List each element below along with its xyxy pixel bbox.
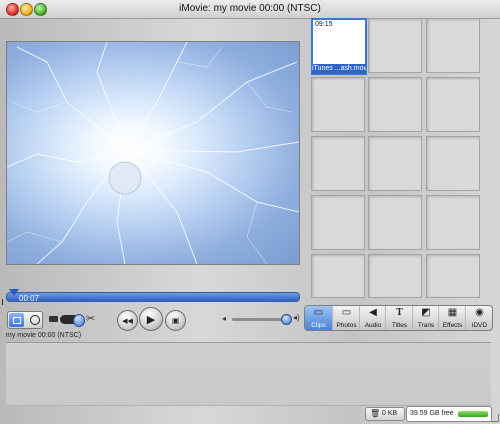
clip-slot[interactable] (368, 136, 422, 191)
trans-panel-button[interactable]: ◩ Trans (412, 306, 439, 330)
film-icon (13, 317, 21, 324)
clip-slot[interactable] (426, 254, 480, 298)
speaker-loud-icon: ◂) (293, 313, 300, 322)
effects-icon: ▦ (447, 307, 458, 318)
playhead-handle[interactable] (9, 289, 19, 296)
scissors-icon: ✂ (86, 313, 96, 325)
rewind-icon: ◀◀ (122, 317, 133, 325)
trash-size: 0 KB (382, 410, 398, 417)
photos-icon: ▭ (341, 307, 352, 318)
play-button[interactable]: ▶ (139, 307, 163, 331)
clip-slot[interactable] (368, 18, 422, 73)
idvd-button-label: iDVD (471, 322, 488, 329)
idvd-icon: ◉ (475, 307, 484, 318)
trash-icon: 🗑 (370, 409, 381, 418)
camera-icon (49, 316, 58, 322)
timeline-project-label: my movie 00:00 (NTSC) (6, 332, 82, 339)
clip-slot[interactable] (311, 77, 365, 132)
titles-icon: T (396, 307, 403, 318)
audio-panel-button[interactable]: ◀ Audio (359, 306, 386, 330)
disk-space-indicator: 39.59 GB free (406, 406, 492, 422)
clip-viewer-timeline[interactable] (6, 342, 491, 406)
trash-button[interactable]: 🗑 0 KB (365, 407, 405, 421)
clip-slot[interactable] (426, 18, 480, 73)
volume-knob[interactable] (281, 314, 292, 325)
playhead-time: 00:07 (19, 294, 40, 303)
disk-free-bar (458, 411, 488, 417)
crop-marker-icon[interactable] (2, 299, 8, 305)
clip-name: iTunes ...ash.mov (312, 64, 366, 74)
scrubber-bar[interactable] (6, 292, 300, 302)
disk-free-text: 39.59 GB free (410, 410, 454, 417)
imovie-window: iMovie: my movie 00:00 (NTSC) 00:07 09:1… (0, 0, 500, 424)
audio-icon: ◀ (369, 307, 377, 318)
fullscreen-play-icon: ▣ (171, 316, 180, 325)
lightning-video-frame (7, 42, 299, 264)
photos-button-label: Photos (336, 322, 357, 329)
clip-slot[interactable] (426, 77, 480, 132)
photos-panel-button[interactable]: ▭ Photos (332, 306, 360, 330)
titles-button-label: Titles (391, 322, 408, 329)
effects-button-label: Effects (442, 322, 463, 329)
clip-thumbnail[interactable]: 09:15 iTunes ...ash.mov (311, 18, 367, 75)
clip-slot[interactable] (368, 254, 422, 298)
monitor-viewer[interactable] (6, 41, 300, 265)
clip-slot[interactable] (311, 136, 365, 191)
clip-duration: 09:15 (315, 21, 333, 28)
clips-icon: ▭ (313, 307, 324, 318)
panel-buttons: ▭ Clips ▭ Photos ◀ Audio T Titles ◩ Tran… (304, 305, 493, 331)
clip-slot[interactable] (368, 195, 422, 250)
audio-button-label: Audio (364, 322, 382, 329)
clip-slot[interactable] (368, 77, 422, 132)
play-icon: ▶ (146, 313, 156, 326)
clock-icon[interactable] (30, 315, 40, 325)
resize-grip-icon[interactable] (491, 414, 499, 422)
window-title: iMovie: my movie 00:00 (NTSC) (179, 3, 321, 14)
clip-slot[interactable] (426, 195, 480, 250)
clip-slot[interactable] (311, 254, 365, 298)
view-mode-toggle[interactable] (7, 311, 43, 329)
titles-panel-button[interactable]: T Titles (385, 306, 413, 330)
volume-slider[interactable] (232, 318, 284, 321)
trans-button-label: Trans (417, 322, 435, 329)
toggle-knob[interactable] (73, 314, 85, 327)
clip-slot[interactable] (426, 136, 480, 191)
clips-panel-button[interactable]: ▭ Clips (305, 306, 332, 330)
title-bar[interactable]: iMovie: my movie 00:00 (NTSC) (0, 0, 500, 19)
speaker-icon: ◂ (222, 314, 227, 323)
effects-panel-button[interactable]: ▦ Effects (438, 306, 466, 330)
clips-button-label: Clips (311, 322, 326, 329)
play-fullscreen-button[interactable]: ▣ (165, 310, 186, 331)
rewind-button[interactable]: ◀◀ (117, 310, 138, 331)
clip-slot[interactable] (311, 195, 365, 250)
idvd-panel-button[interactable]: ◉ iDVD (465, 306, 492, 330)
transitions-icon: ◩ (421, 307, 431, 318)
